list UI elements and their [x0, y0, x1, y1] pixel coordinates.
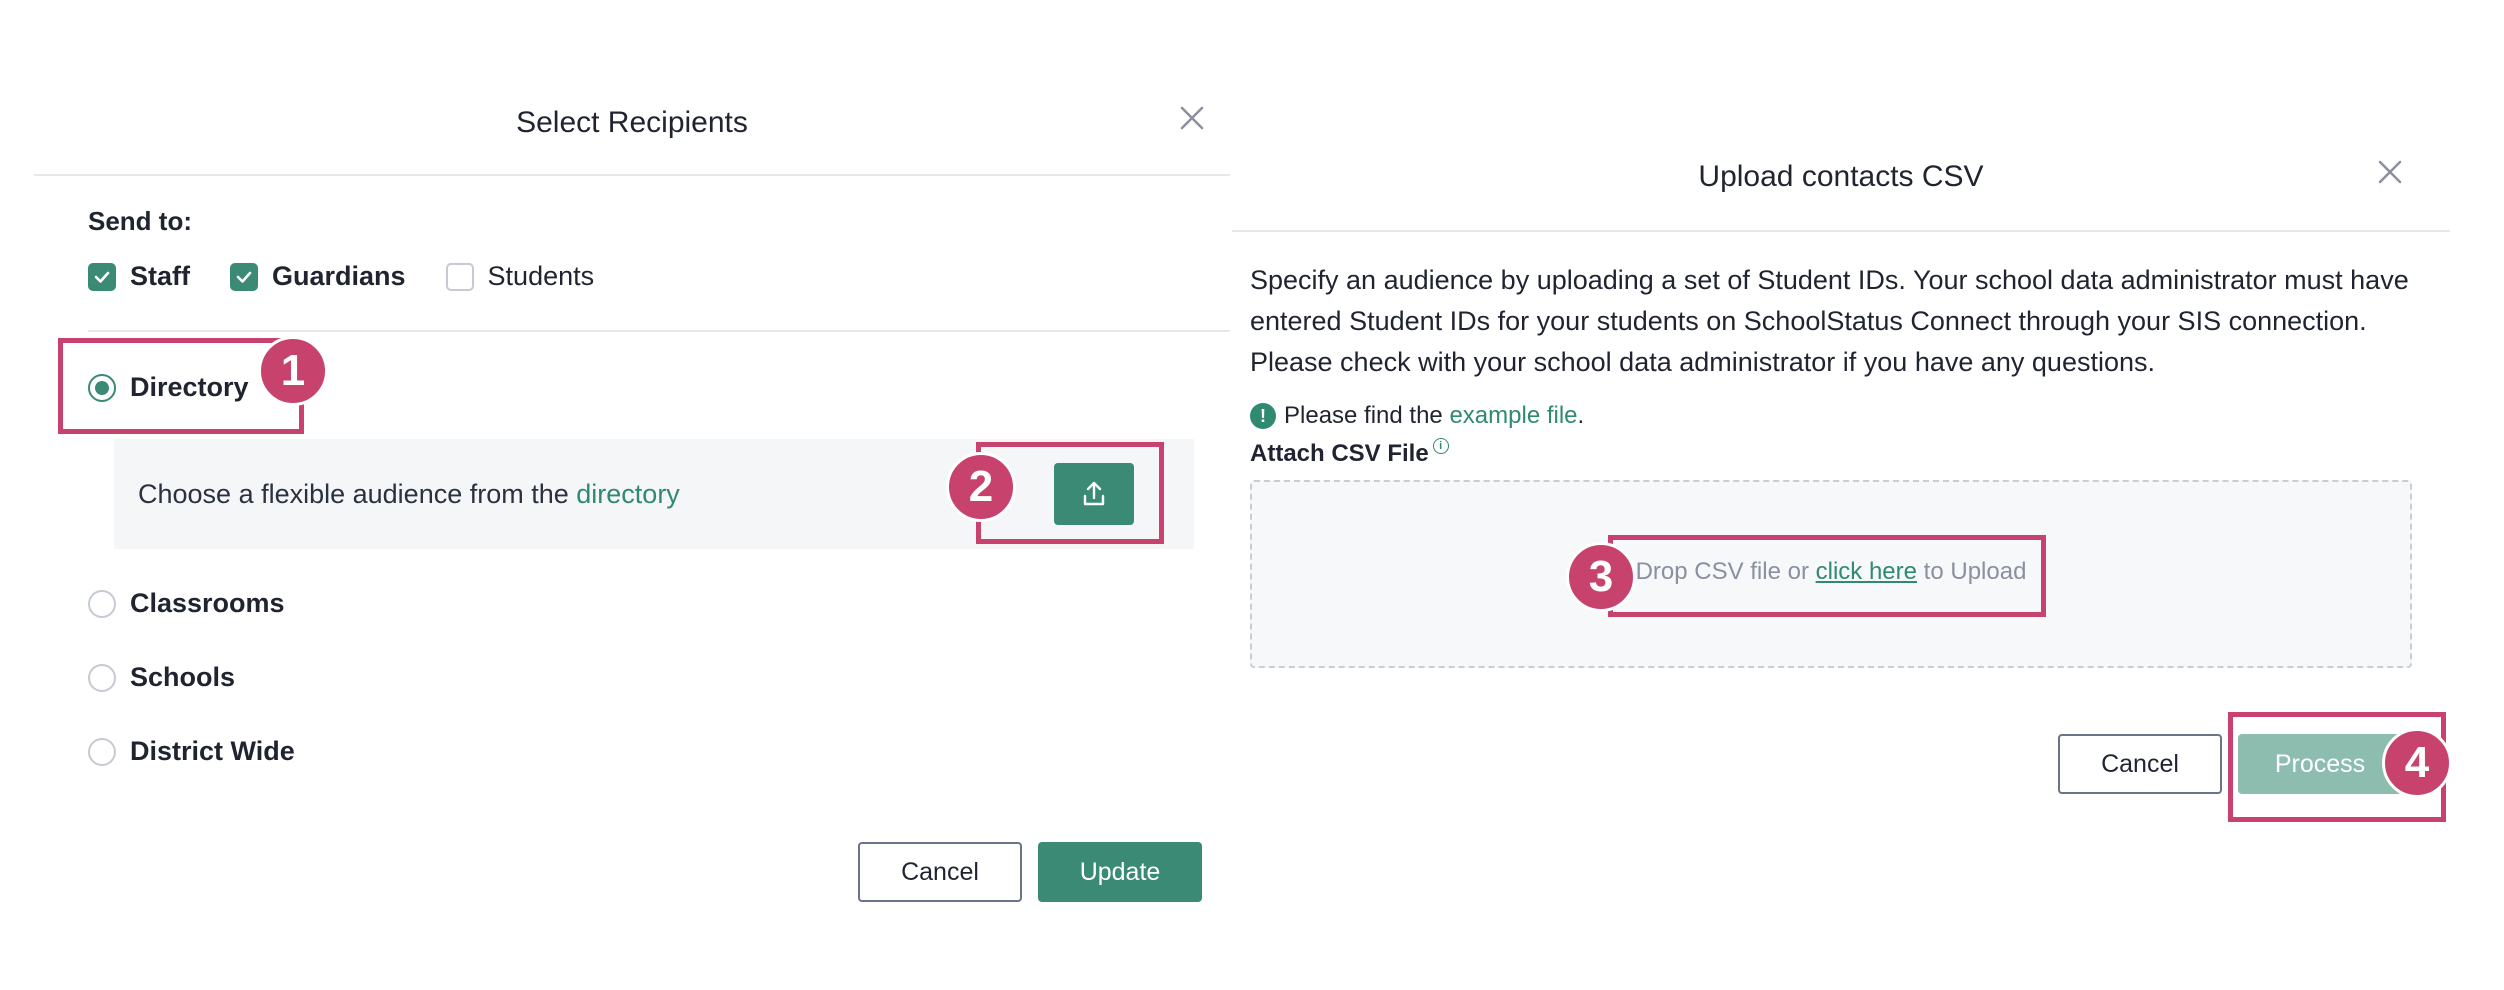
- directory-description: Choose a flexible audience from the dire…: [138, 479, 680, 510]
- attach-label-text: Attach CSV File: [1250, 440, 1429, 467]
- radio-unselected[interactable]: [88, 737, 116, 766]
- checkbox-staff[interactable]: Staff: [88, 261, 190, 292]
- update-button[interactable]: Update: [1038, 842, 1202, 902]
- close-icon[interactable]: [2374, 156, 2406, 188]
- modal-header: Select Recipients: [34, 66, 1230, 176]
- upload-contacts-modal: Upload contacts CSV Specify an audience …: [1232, 120, 2450, 832]
- close-icon[interactable]: [1176, 102, 1208, 134]
- attach-csv-label: Attach CSV File i: [1250, 438, 1449, 468]
- radio-directory[interactable]: Directory: [88, 372, 249, 403]
- checkbox-guardians[interactable]: Guardians: [230, 261, 406, 292]
- checkbox-label: Guardians: [272, 261, 406, 291]
- check-icon[interactable]: [88, 262, 116, 291]
- dropzone-text: Drop CSV file or click here to Upload: [1252, 558, 2410, 586]
- radio-district-wide[interactable]: District Wide: [88, 736, 295, 767]
- cancel-button[interactable]: Cancel: [858, 842, 1022, 902]
- checkbox-students[interactable]: Students: [445, 261, 595, 292]
- step-badge-3: 3: [1566, 542, 1636, 612]
- upload-csv-button[interactable]: [1054, 463, 1134, 525]
- click-here-link[interactable]: click here: [1816, 558, 1917, 585]
- radio-label: Classrooms: [130, 588, 285, 618]
- upload-description: Specify an audience by uploading a set o…: [1250, 265, 2409, 377]
- radio-label: Schools: [130, 662, 236, 692]
- radio-classrooms[interactable]: Classrooms: [88, 588, 285, 619]
- empty-checkbox[interactable]: [445, 262, 474, 291]
- send-to-label: Send to:: [88, 206, 192, 236]
- cut-off-page-heading: [0, 0, 360, 12]
- example-file-note: ! Please find the example file.: [1250, 402, 1584, 430]
- radio-schools[interactable]: Schools: [88, 662, 235, 693]
- modal-title: Select Recipients: [516, 106, 748, 139]
- step-badge-1: 1: [258, 336, 328, 406]
- divider: [88, 330, 1230, 332]
- checkbox-label: Staff: [130, 261, 190, 291]
- drop-prefix: Drop CSV file or: [1635, 558, 1809, 585]
- recipient-type-checkboxes: Staff Guardians Students: [88, 261, 634, 292]
- radio-label: District Wide: [130, 736, 295, 766]
- radio-label: Directory: [130, 372, 249, 402]
- exclamation-icon: !: [1250, 403, 1276, 429]
- drop-suffix: to Upload: [1923, 558, 2027, 585]
- step-badge-2: 2: [946, 452, 1016, 522]
- upload-icon: [1083, 481, 1105, 506]
- directory-panel: Choose a flexible audience from the dire…: [114, 439, 1194, 549]
- directory-link[interactable]: directory: [576, 479, 680, 509]
- radio-unselected[interactable]: [88, 663, 116, 692]
- process-button[interactable]: Process: [2238, 734, 2402, 794]
- cancel-button[interactable]: Cancel: [2058, 734, 2222, 794]
- check-icon[interactable]: [230, 262, 258, 291]
- note-prefix: Please find the: [1284, 402, 1443, 429]
- select-recipients-modal: Select Recipients Send to: Staff Guardia…: [34, 66, 1230, 902]
- note-suffix: .: [1577, 402, 1585, 429]
- modal-title: Upload contacts CSV: [1698, 160, 1984, 193]
- modal-header: Upload contacts CSV: [1232, 120, 2450, 232]
- info-icon[interactable]: i: [1432, 438, 1449, 454]
- radio-unselected[interactable]: [88, 589, 116, 618]
- csv-dropzone[interactable]: Drop CSV file or click here to Upload: [1250, 480, 2412, 668]
- checkbox-label: Students: [487, 261, 595, 291]
- step-badge-4: 4: [2382, 728, 2452, 798]
- directory-text: Choose a flexible audience from the: [138, 479, 569, 509]
- radio-selected[interactable]: [88, 373, 116, 402]
- example-file-link[interactable]: example file: [1449, 402, 1577, 430]
